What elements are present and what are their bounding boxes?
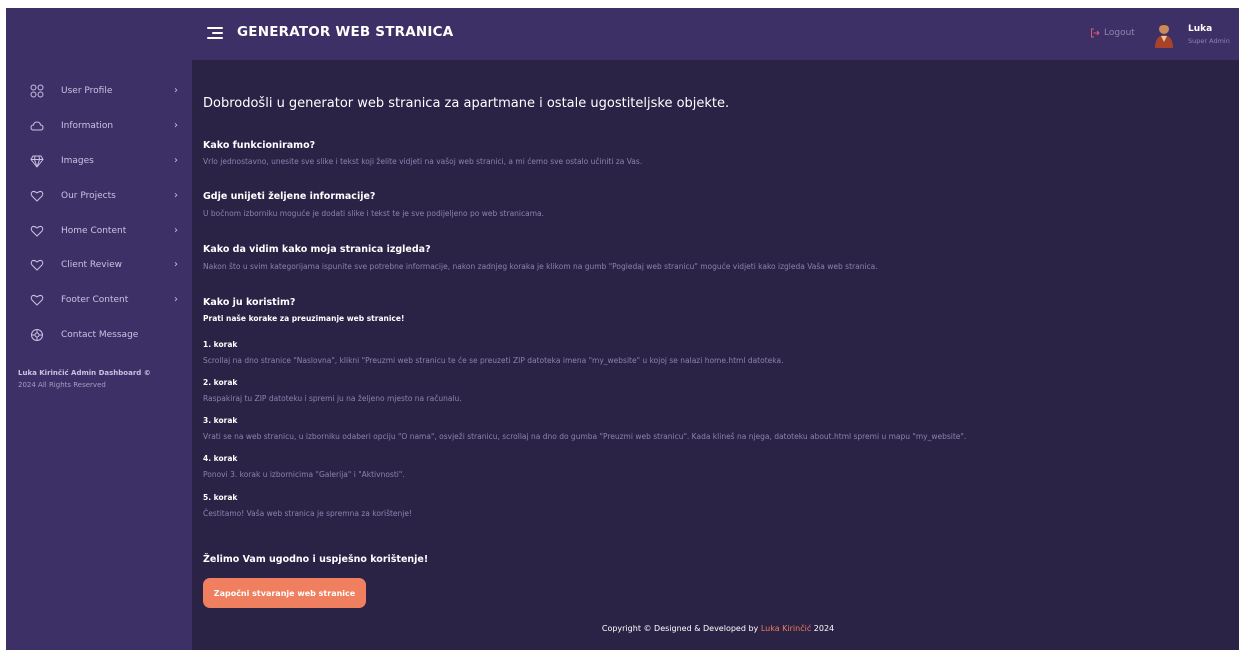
page-footer: Copyright © Designed & Developed by Luka… — [203, 624, 1233, 633]
sidebar-item-contact-message[interactable]: Contact Message — [6, 321, 192, 351]
sidebar-footer-rights: 2024 All Rights Reserved — [18, 381, 106, 389]
brand-area — [6, 8, 192, 60]
heart-icon — [30, 190, 44, 202]
top-bar: GENERATOR WEB STRANICA Logout Luka Super… — [6, 8, 1239, 60]
app-title: GENERATOR WEB STRANICA — [237, 24, 454, 40]
sidebar-item-label: Home Content — [61, 226, 127, 236]
step-text: Čestitamo! Vaša web stranica je spremna … — [203, 509, 412, 518]
footer-year: 2024 — [813, 624, 835, 633]
heart-icon — [30, 294, 44, 306]
section-heading: Gdje unijeti željene informacije? — [203, 191, 376, 202]
avatar[interactable] — [1152, 22, 1176, 48]
sidebar: User Profile › Information › Images › Ou… — [6, 60, 192, 650]
cloud-icon — [30, 121, 44, 131]
sidebar-item-images[interactable]: Images › — [6, 147, 192, 177]
sidebar-item-label: Information — [61, 121, 114, 131]
heart-icon — [30, 259, 44, 271]
chevron-right-icon: › — [174, 155, 178, 166]
step-text: Raspakiraj tu ZIP datoteku i spremi ju n… — [203, 394, 462, 403]
chevron-right-icon: › — [174, 85, 178, 96]
chevron-right-icon: › — [174, 225, 178, 236]
step-title: 3. korak — [203, 416, 238, 425]
sidebar-footer-name: Luka Kirinčić Admin Dashboard © — [18, 369, 151, 377]
sidebar-footer: Luka Kirinčić Admin Dashboard © 2024 All… — [18, 367, 178, 391]
sidebar-item-home-content[interactable]: Home Content › — [6, 217, 192, 247]
chevron-right-icon: › — [174, 259, 178, 270]
sidebar-item-user-profile[interactable]: User Profile › — [6, 77, 192, 107]
sidebar-item-label: Footer Content — [61, 295, 129, 305]
section-heading: Kako ju koristim? — [203, 297, 296, 308]
sidebar-item-label: User Profile — [61, 86, 113, 96]
diamond-icon — [30, 155, 44, 168]
logout-icon — [1091, 28, 1100, 38]
user-name: Luka — [1188, 24, 1213, 34]
logout-label: Logout — [1104, 28, 1135, 38]
step-title: 2. korak — [203, 378, 238, 387]
footer-prefix: Copyright © Designed & Developed by — [601, 624, 759, 633]
section-subheading: Prati naše korake za preuzimanje web str… — [203, 314, 405, 323]
sidebar-item-footer-content[interactable]: Footer Content › — [6, 286, 192, 316]
closing-message: Želimo Vam ugodno i uspješno korištenje! — [203, 554, 429, 565]
step-text: Scrollaj na dno stranice "Naslovna", kli… — [203, 356, 784, 365]
section-text: Vrlo jednostavno, unesite sve slike i te… — [203, 157, 643, 166]
section-heading: Kako da vidim kako moja stranica izgleda… — [203, 244, 431, 255]
step-title: 4. korak — [203, 454, 238, 463]
footer-author-link[interactable]: Luka Kirinčić — [761, 624, 811, 633]
menu-toggle-icon[interactable] — [207, 25, 223, 41]
gear-icon — [31, 329, 43, 341]
start-creating-button[interactable]: Započni stvaranje web stranice — [203, 578, 366, 608]
chevron-right-icon: › — [174, 294, 178, 305]
chevron-right-icon: › — [174, 120, 178, 131]
sidebar-item-label: Contact Message — [61, 330, 139, 340]
chevron-right-icon: › — [174, 190, 178, 201]
app-window: GENERATOR WEB STRANICA Logout Luka Super… — [6, 8, 1239, 650]
step-title: 1. korak — [203, 340, 238, 349]
section-text: Nakon što u svim kategorijama ispunite s… — [203, 262, 878, 271]
sidebar-item-label: Images — [61, 156, 94, 166]
section-text: U bočnom izborniku moguće je dodati slik… — [203, 209, 545, 218]
grid-icon — [30, 84, 44, 98]
user-role: Super Admin — [1188, 37, 1230, 45]
heart-icon — [30, 225, 44, 237]
sidebar-item-client-review[interactable]: Client Review › — [6, 251, 192, 281]
sidebar-item-our-projects[interactable]: Our Projects › — [6, 182, 192, 212]
step-title: 5. korak — [203, 493, 238, 502]
sidebar-item-information[interactable]: Information › — [6, 112, 192, 142]
page-title: Dobrodošli u generator web stranica za a… — [203, 96, 730, 111]
sidebar-item-label: Our Projects — [61, 191, 116, 201]
section-heading: Kako funkcioniramo? — [203, 140, 316, 151]
step-text: Ponovi 3. korak u izbornicima "Galerija"… — [203, 470, 405, 479]
logout-button[interactable]: Logout — [1090, 28, 1135, 38]
sidebar-item-label: Client Review — [61, 260, 123, 270]
step-text: Vrati se na web stranicu, u izborniku od… — [203, 432, 967, 441]
